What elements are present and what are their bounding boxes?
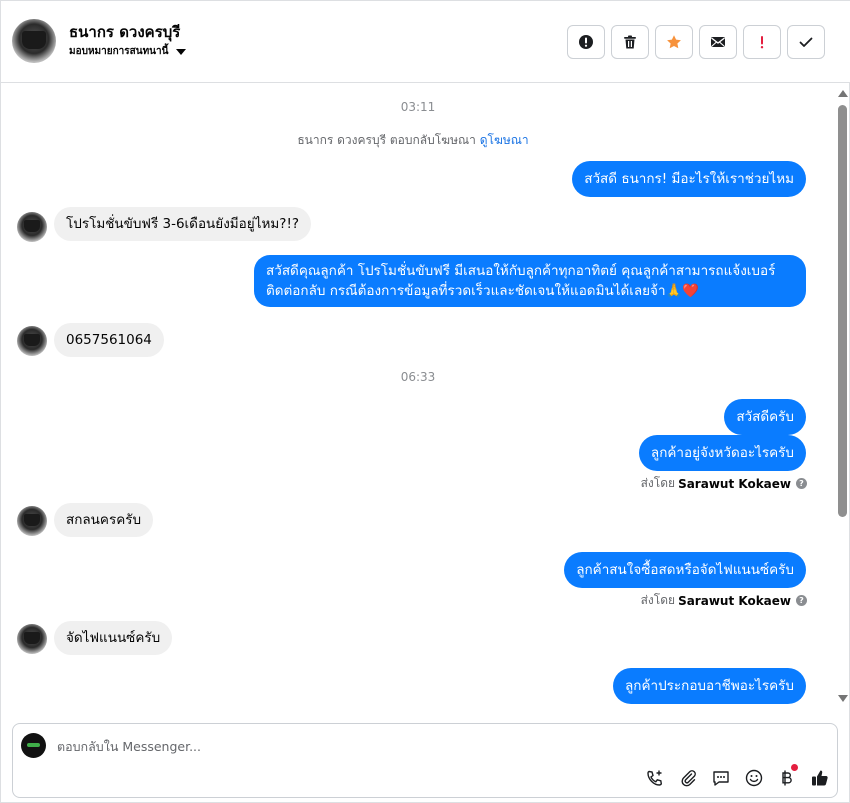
incoming-message[interactable]: จัดไฟแนนซ์ครับ [54,621,173,655]
page-avatar [21,733,46,758]
assign-label: มอบหมายการสนทนานี้ [69,46,169,57]
sent-by-label: ส่งโดย Sarawut Kokaew ? [641,474,807,493]
outgoing-message[interactable]: สวัสดี ธนากร! มีอะไรให้เราช่วยไหม [572,161,806,197]
paperclip-icon [680,769,696,786]
follow-up-button[interactable] [743,25,781,59]
notification-dot [791,764,798,771]
like-button[interactable] [808,766,831,789]
conversation-header: ธนากร ดวงครบุรี มอบหมายการสนทนานี้ [1,1,850,83]
star-icon [667,35,681,49]
sent-by-prefix: ส่งโดย [640,593,676,607]
chat-reply-icon [712,770,729,786]
incoming-message[interactable]: สกลนครครับ [54,503,154,537]
header-toolbar [567,25,825,59]
scroll-down-arrow-icon[interactable] [838,695,848,702]
checkmark-icon [799,37,813,47]
timestamp: 06:33 [400,370,436,384]
scroll-thumb[interactable] [838,105,847,517]
conversation-panel: ธนากร ดวงครบุรี มอบหมายการสนทนานี้ 03:11… [0,0,850,803]
mark-spam-button[interactable] [567,25,605,59]
delete-button[interactable] [611,25,649,59]
incoming-message[interactable]: โปรโมชั่นขับฟรี 3-6เดือนยังมีอยู่ไหม?!? [54,207,312,241]
help-icon[interactable]: ? [796,478,807,489]
message-list[interactable]: 03:11 ธนากร ดวงครบุรี ตอบกลับโฆษณา ดูโฆษ… [1,83,835,709]
alert-circle-icon [579,35,593,49]
timestamp: 03:11 [400,100,436,114]
contact-avatar[interactable] [12,19,56,63]
star-button[interactable] [655,25,693,59]
call-add-icon [646,770,662,786]
composer-toolbar [643,764,831,789]
sender-name: Sarawut Kokaew [678,593,791,608]
contact-avatar-small[interactable] [17,624,47,654]
reply-composer [12,723,838,798]
call-add-button[interactable] [643,766,666,789]
reply-input[interactable] [57,736,637,756]
envelope-icon [711,37,725,47]
sender-name: Sarawut Kokaew [678,476,791,491]
sent-by-prefix: ส่งโดย [640,476,676,490]
outgoing-message[interactable]: สวัสดีครับ [724,399,806,435]
thumbs-up-icon [811,770,828,785]
attach-button[interactable] [676,766,699,789]
contact-avatar-small[interactable] [17,506,47,536]
emoji-icon [745,769,762,786]
mark-done-button[interactable] [787,25,825,59]
help-icon[interactable]: ? [796,595,807,606]
ad-reply-note: ธนากร ดวงครบุรี ตอบกลับโฆษณา ดูโฆษณา [1,131,825,150]
contact-avatar-small[interactable] [17,212,47,242]
contact-name[interactable]: ธนากร ดวงครบุรี [69,20,180,44]
view-ad-link[interactable]: ดูโฆษณา [480,133,529,147]
mark-unread-button[interactable] [699,25,737,59]
outgoing-message[interactable]: ลูกค้าประกอบอาชีพอะไรครับ [613,668,806,704]
contact-avatar-small[interactable] [17,326,47,356]
ad-note-text: ธนากร ดวงครบุรี ตอบกลับโฆษณา [297,133,476,147]
trash-icon [624,35,636,49]
exclamation-icon [760,36,764,49]
sent-by-label: ส่งโดย Sarawut Kokaew ? [641,591,807,610]
emoji-button[interactable] [742,766,765,789]
payment-button[interactable] [775,764,798,789]
message-scrollbar[interactable] [835,83,850,709]
outgoing-message[interactable]: สวัสดีคุณลูกค้า โปรโมชั่นขับฟรี มีเสนอให… [254,255,806,307]
saved-replies-button[interactable] [709,766,732,789]
scroll-up-arrow-icon[interactable] [838,90,848,97]
outgoing-message[interactable]: ลูกค้าสนใจซื้อสดหรือจัดไฟแนนซ์ครับ [564,552,806,588]
outgoing-message[interactable]: ลูกค้าอยู่จังหวัดอะไรครับ [638,435,806,471]
assign-conversation-dropdown[interactable]: มอบหมายการสนทนานี้ [69,44,187,59]
incoming-message[interactable]: 0657561064 [54,323,164,357]
caret-down-icon [176,48,187,55]
